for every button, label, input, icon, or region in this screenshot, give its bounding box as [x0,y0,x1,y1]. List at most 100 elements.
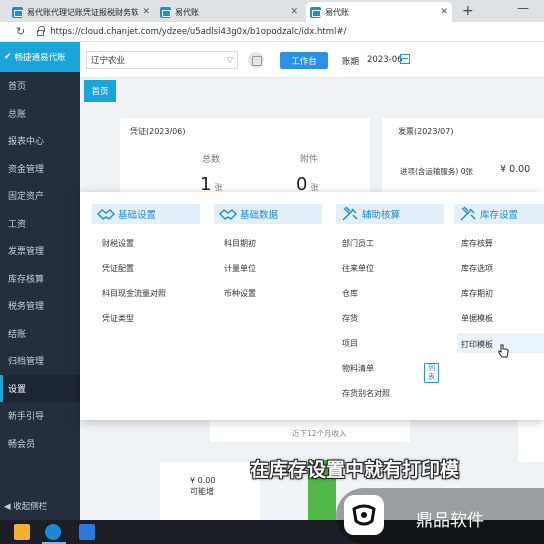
period-calendar-icon[interactable] [400,54,410,64]
menu-item-document-template[interactable]: 单据模板 [461,313,493,324]
sidebar-item-home[interactable]: 首页 [0,72,80,100]
edge-browser-icon[interactable] [45,524,61,540]
menu-item-departments[interactable]: 部门员工 [342,238,374,249]
menu-item-account-opening[interactable]: 科目期初 [224,238,256,249]
sidebar-item-payroll[interactable]: 工资 [0,210,80,238]
menu-item-bom[interactable]: 物料清单 [342,363,374,374]
sidebar-item-general-ledger[interactable]: 总账 [0,100,80,128]
sidebar-item-closing[interactable]: 结账 [0,320,80,348]
settings-menu: 基础设置 财税设置 凭证配置 科目现金流量对照 凭证类型 基础数据 科目期初 计… [80,192,544,420]
browser-tab-strip: 易代账代理记账凭证报税财务软件 ✕ 易代账 ✕ 易代账 ✕ + — [0,0,544,22]
income-caption: 近下12个月收入 [292,429,347,438]
site-favicon-icon [12,6,23,18]
browser-tab-title: 易代账 [325,7,349,17]
invoice-amount: ¥ 0.00 [500,164,531,175]
new-tab-button[interactable]: + [462,3,474,19]
voucher-total-unit: 张 [214,183,223,192]
photos-app-icon[interactable] [79,524,95,540]
voucher-total-label: 总数 [202,155,221,165]
settings-column-header: 库存设置 [454,204,544,224]
period-label: 账期 [342,57,360,67]
cursor-icon [498,344,509,361]
menu-item-voucher-type[interactable]: 凭证类型 [102,313,134,324]
sidebar-item-reports[interactable]: 报表中心 [0,127,80,155]
menu-item-projects[interactable]: 项目 [342,338,358,349]
menu-item-currency[interactable]: 币种设置 [224,288,256,299]
watermark-logo-icon [344,495,384,535]
calendar-icon[interactable] [248,52,264,68]
invoice-row-label: 进项(含运输服务) 0张 [400,167,474,176]
browser-tab-title: 易代账代理记账凭证报税财务软件 [27,7,139,17]
brand-logo[interactable]: ✔ 畅捷通易代账 [0,42,80,72]
menu-item-inventory-opening[interactable]: 库存期初 [461,288,493,299]
settings-column-header: 基础数据 [214,204,322,224]
site-favicon-icon [310,6,321,18]
app-header: 辽宁农业 ▽ 工作台 账期 2023-06 [80,42,544,78]
sidebar-item-fixed-assets[interactable]: 固定资产 [0,182,80,210]
minimize-button[interactable]: — [517,1,529,15]
menu-item-units[interactable]: 计量单位 [224,263,256,274]
browser-tab-1[interactable]: 易代账代理记账凭证报税财务软件 ✕ [8,2,154,22]
handshake-icon [218,206,238,222]
sidebar-item-archive[interactable]: 归档管理 [0,347,80,375]
settings-column-header: 辅助核算 [336,204,444,224]
chevron-down-icon: ▽ [226,55,233,64]
menu-item-warehouse[interactable]: 仓库 [342,288,358,299]
sidebar-item-inventory[interactable]: 库存核算 [0,265,80,293]
brand-icon: ✔ [4,52,12,62]
browser-tab-title: 易代账 [175,7,199,17]
sidebar-item-tax[interactable]: 税务管理 [0,292,80,320]
menu-item-stock-alias[interactable]: 存货别名对照 [342,388,390,399]
menu-item-inventory-options[interactable]: 库存选项 [461,263,493,274]
sidebar: ✔ 畅捷通易代账 首页 总账 报表中心 资金管理 固定资产 工资 发票管理 库存… [0,42,80,520]
workbench-button[interactable]: 工作台 [280,52,328,69]
sidebar-item-funds[interactable]: 资金管理 [0,155,80,183]
summary-amount: ¥ 0.00 [190,476,216,485]
video-subtitle: 在库存设置中就有打印模 [250,459,460,481]
lock-icon[interactable] [37,26,46,36]
menu-item-tax-settings[interactable]: 财税设置 [102,238,134,249]
url-field[interactable]: https://cloud.chanjet.com/ydzee/u5adlsi4… [50,27,346,37]
menu-item-voucher-config[interactable]: 凭证配置 [102,263,134,274]
reload-icon[interactable]: ↻ [16,25,25,38]
file-explorer-icon[interactable] [14,524,30,540]
org-select[interactable]: 辽宁农业 ▽ [86,51,238,69]
close-icon[interactable]: ✕ [290,7,298,17]
close-icon[interactable]: ✕ [440,7,448,17]
sidebar-item-membership[interactable]: 畅会员 [0,430,80,458]
voucher-attach-unit: 张 [310,183,319,192]
tab-home[interactable]: 首页 [84,80,116,102]
settings-column-title: 基础设置 [118,210,157,221]
summary-note: 可能增 [190,487,214,496]
settings-column-title: 辅助核算 [362,210,401,221]
menu-item-stock[interactable]: 存货 [342,313,358,324]
sidebar-item-invoices[interactable]: 发票管理 [0,237,80,265]
org-select-value: 辽宁农业 [91,56,126,66]
menu-item-inventory-accounting[interactable]: 库存核算 [461,238,493,249]
voucher-card-title: 凭证(2023/06) [130,127,186,136]
summary-card: ¥ 0.00 可能增 [160,462,260,520]
settings-column-title: 基础数据 [240,210,279,221]
watermark: 鼎品软件 [336,488,544,544]
address-bar: ↻ https://cloud.chanjet.com/ydzee/u5adls… [0,22,544,42]
sidebar-item-guide[interactable]: 新手引导 [0,402,80,430]
site-favicon-icon [160,6,171,18]
browser-tab-3[interactable]: 易代账 ✕ [306,2,452,22]
browser-tab-2[interactable]: 易代账 ✕ [156,2,302,22]
menu-item-partners[interactable]: 往来单位 [342,263,374,274]
handshake-icon [96,206,116,222]
menu-item-cashflow-mapping[interactable]: 科目现金流量对照 [102,288,166,299]
period-value[interactable]: 2023-06 [367,55,403,65]
sidebar-item-settings[interactable]: 设置 [0,374,80,402]
close-icon[interactable]: ✕ [142,7,150,17]
page-tabs: 首页 [80,78,544,102]
list-tag[interactable]: 列表 [424,363,439,383]
collapse-sidebar-button[interactable]: ◀ 收起侧栏 [4,500,47,512]
settings-column-title: 库存设置 [480,210,519,221]
voucher-attach-label: 附件 [300,155,319,165]
tools-icon [340,206,360,222]
brand-name: 畅捷通易代账 [14,53,66,63]
tools-icon [458,206,478,222]
watermark-text: 鼎品软件 [416,511,484,531]
invoice-card-title: 发票(2023/07) [398,127,454,136]
